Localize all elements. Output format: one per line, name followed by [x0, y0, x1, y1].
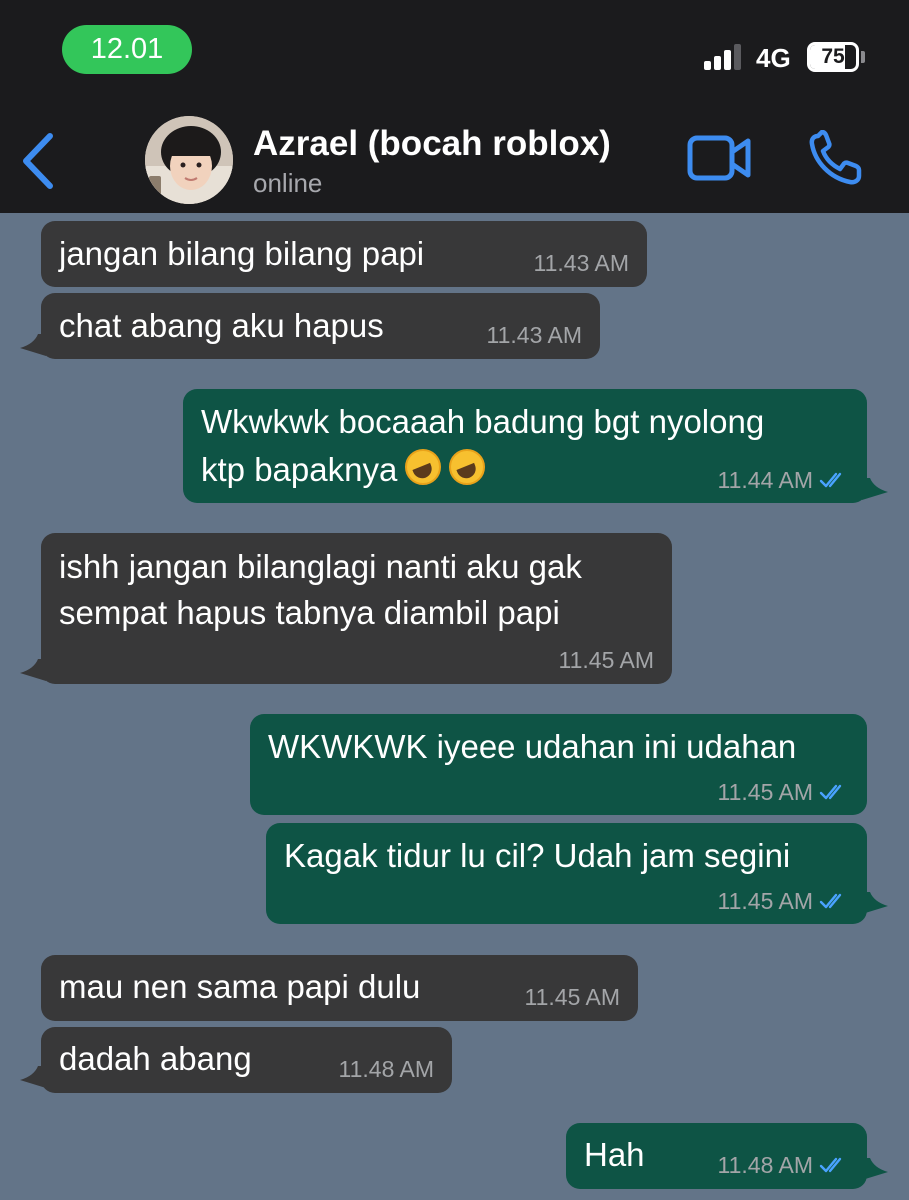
incoming-message[interactable]: ishh jangan bilanglagi nanti aku gak sem… — [41, 533, 672, 684]
back-button[interactable] — [16, 130, 66, 190]
bubble-tail — [20, 1066, 46, 1088]
incoming-message[interactable]: dadah abang 11.48 AM — [41, 1027, 452, 1093]
bubble-tail — [20, 334, 46, 356]
message-text: Hah — [584, 1136, 645, 1173]
signal-icon — [704, 44, 744, 70]
video-camera-icon — [687, 135, 751, 181]
message-text-line: ktp bapaknya — [201, 446, 486, 494]
contact-status: online — [253, 168, 323, 198]
message-time: 11.48 AM — [338, 1056, 434, 1082]
message-time: 11.48 AM — [717, 1152, 813, 1178]
double-check-read-icon — [819, 1157, 842, 1173]
message-text: ishh jangan bilanglagi nanti aku gak — [59, 548, 582, 585]
bubble-tail — [862, 892, 888, 914]
incoming-message[interactable]: chat abang aku hapus 11.43 AM — [41, 293, 600, 359]
message-text: mau nen sama papi dulu — [59, 968, 421, 1005]
network-type: 4G — [756, 43, 791, 73]
rolling-laughing-emoji-icon — [405, 449, 442, 485]
message-time: 11.45 AM — [558, 647, 654, 673]
message-text: WKWKWK iyeee udahan ini udahan — [268, 728, 797, 765]
message-text: sempat hapus tabnya diambil papi — [59, 594, 560, 631]
message-text: chat abang aku hapus — [59, 307, 384, 344]
outgoing-message[interactable]: WKWKWK iyeee udahan ini udahan 11.45 AM — [250, 714, 867, 815]
message-time: 11.45 AM — [717, 888, 813, 914]
battery-icon: 75 — [807, 42, 859, 72]
message-meta: 11.45 AM — [718, 886, 849, 916]
voice-call-button[interactable] — [806, 129, 866, 188]
chat-header: 12.01 4G 75 Azrael (bocah roblox) online — [0, 0, 909, 213]
incoming-message[interactable]: jangan bilang bilang papi 11.43 AM — [41, 221, 647, 287]
outgoing-message[interactable]: Hah 11.48 AM — [566, 1123, 867, 1189]
battery-tip — [861, 51, 865, 63]
message-meta: 11.44 AM — [718, 465, 849, 495]
message-time: 11.43 AM — [533, 250, 629, 276]
video-call-button[interactable] — [686, 132, 754, 184]
rolling-laughing-emoji-icon — [449, 449, 486, 485]
message-text: Kagak tidur lu cil? Udah jam segini — [284, 837, 791, 874]
message-time: 11.44 AM — [717, 467, 813, 493]
message-time: 11.45 AM — [717, 779, 813, 805]
message-text: jangan bilang bilang papi — [59, 235, 425, 272]
message-text: ktp bapaknya — [201, 451, 398, 488]
bubble-tail — [862, 1158, 888, 1180]
double-check-read-icon — [819, 784, 842, 800]
contact-avatar[interactable] — [145, 116, 233, 204]
message-meta: 11.48 AM — [718, 1150, 849, 1180]
message-time: 11.45 AM — [524, 984, 620, 1010]
bubble-tail — [862, 478, 888, 500]
outgoing-message[interactable]: Kagak tidur lu cil? Udah jam segini 11.4… — [266, 823, 867, 924]
message-text: Wkwkwk bocaaah badung bgt nyolong — [201, 403, 765, 440]
chevron-left-icon — [23, 133, 53, 189]
outgoing-message[interactable]: Wkwkwk bocaaah badung bgt nyolong ktp ba… — [183, 389, 867, 503]
battery-level: 75 — [821, 45, 845, 68]
double-check-read-icon — [819, 472, 842, 488]
message-meta: 11.45 AM — [718, 777, 849, 807]
double-check-read-icon — [819, 893, 842, 909]
bubble-tail — [20, 659, 46, 681]
avatar-image — [145, 116, 233, 204]
incoming-message[interactable]: mau nen sama papi dulu 11.45 AM — [41, 955, 638, 1021]
message-time: 11.43 AM — [486, 322, 582, 348]
status-time: 12.01 — [62, 25, 192, 74]
message-text: dadah abang — [59, 1040, 252, 1077]
phone-icon — [809, 129, 862, 185]
contact-name[interactable]: Azrael (bocah roblox) — [253, 124, 611, 164]
